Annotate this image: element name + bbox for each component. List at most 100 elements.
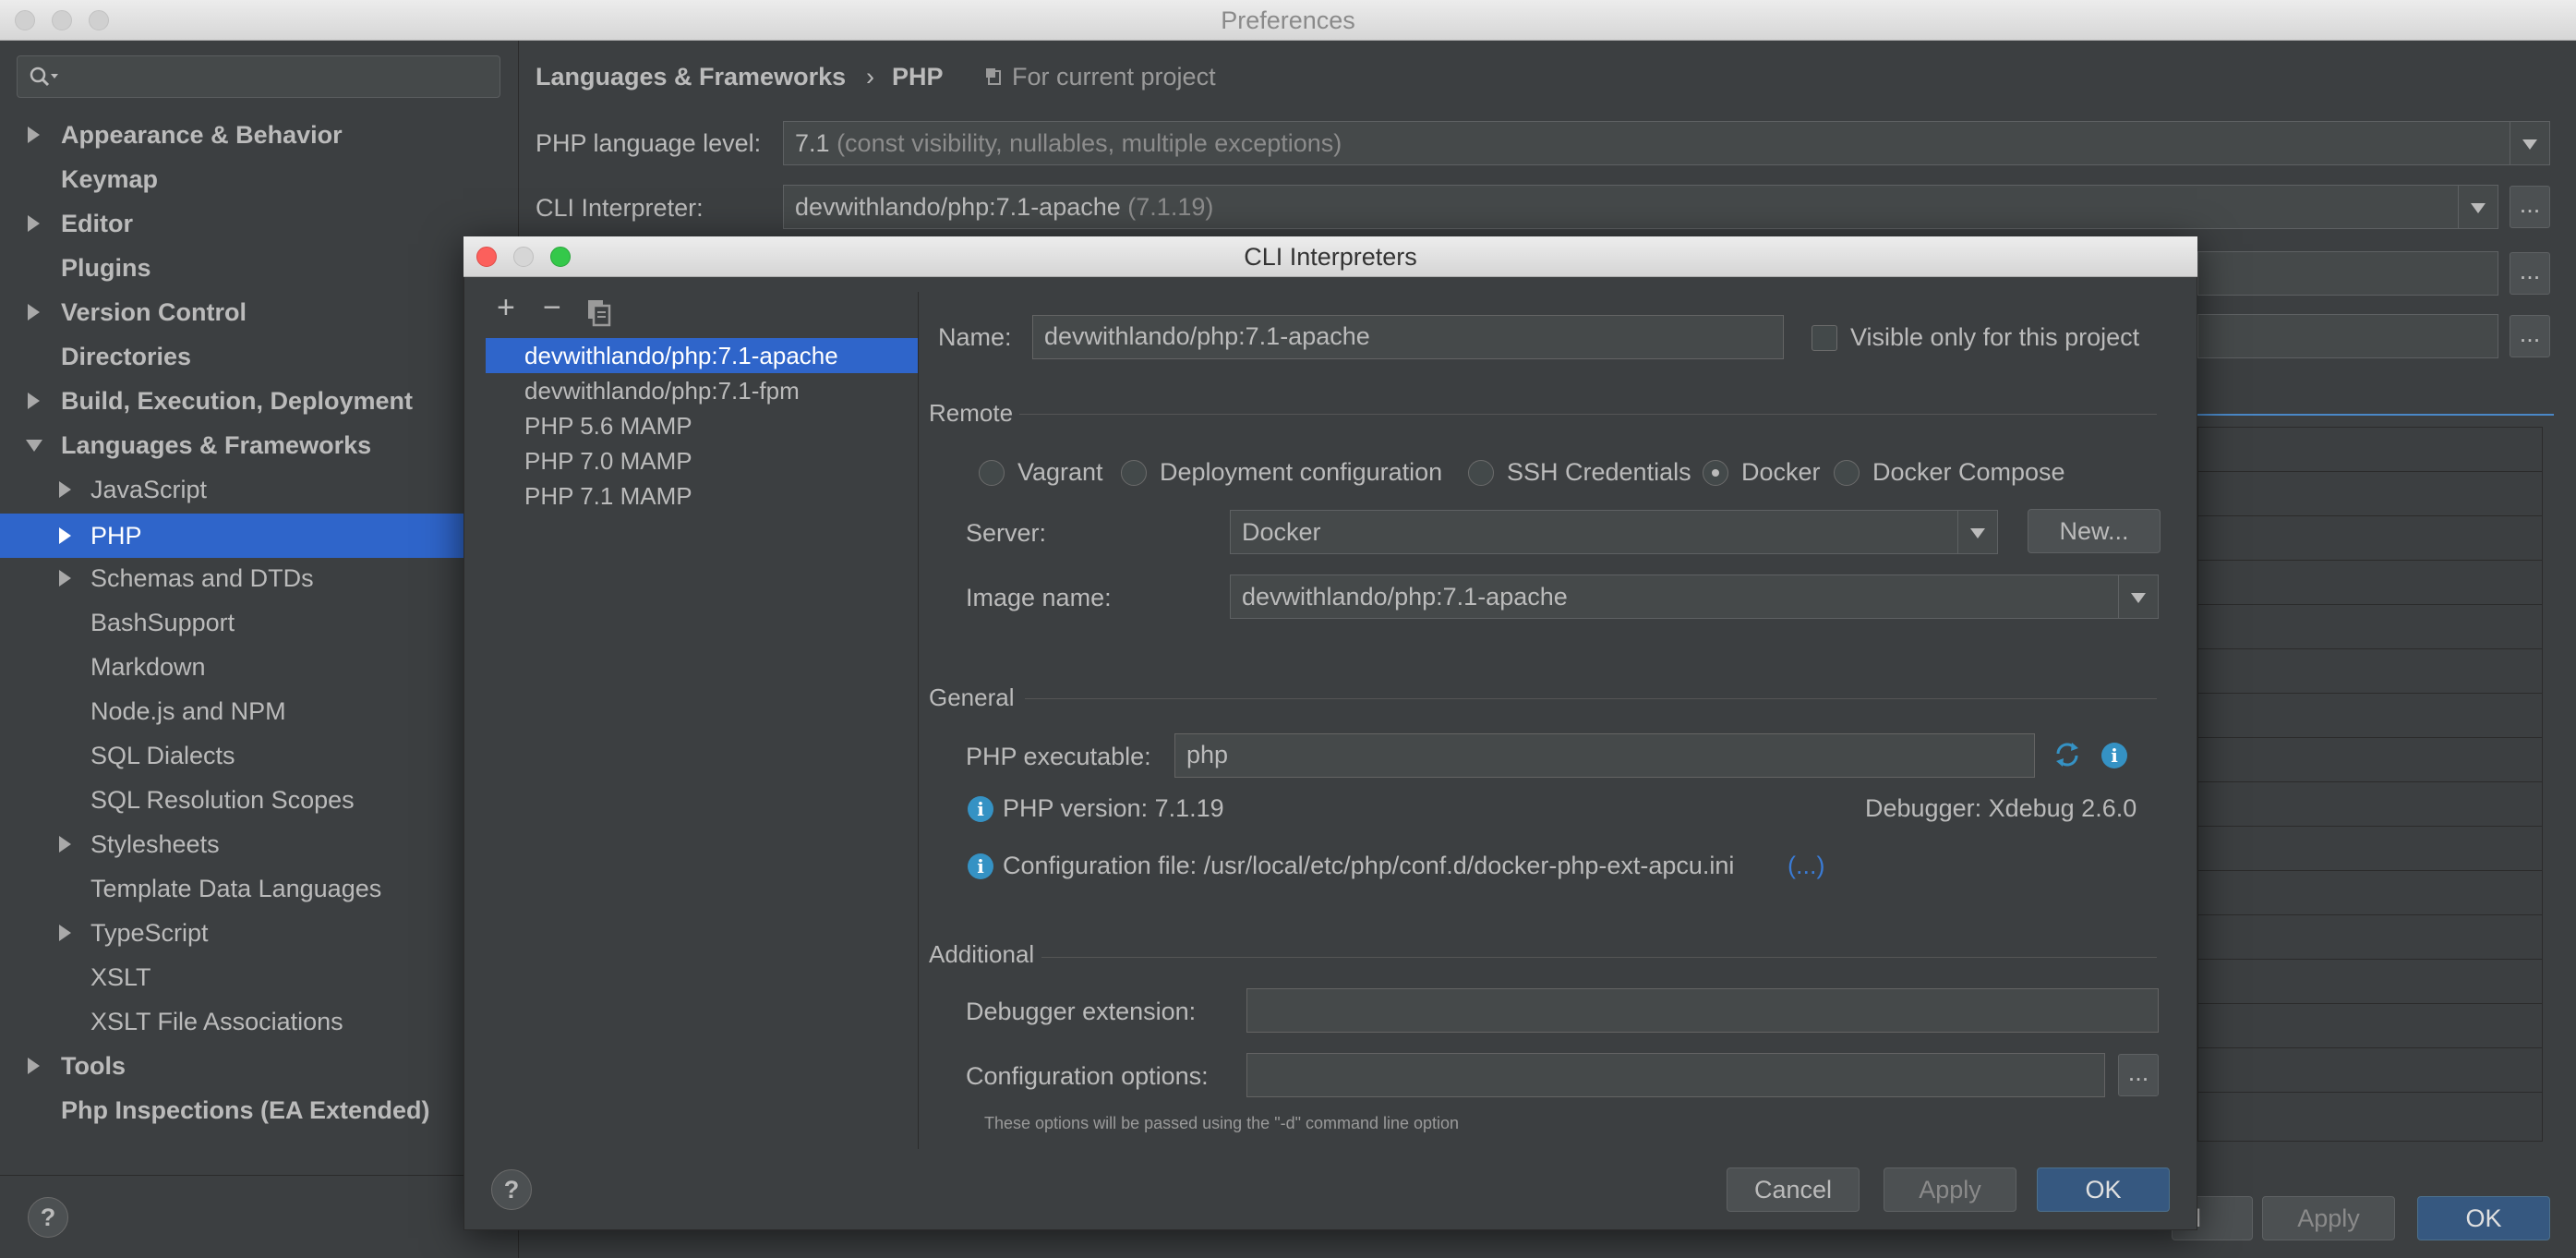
dialog-splitter[interactable] bbox=[918, 292, 919, 1149]
table-row-line bbox=[2197, 648, 2543, 649]
window-title: Preferences bbox=[1221, 6, 1355, 34]
server-label: Server: bbox=[966, 519, 1047, 547]
docker-container-more-button[interactable]: ... bbox=[2510, 315, 2550, 357]
radio-ssh-label[interactable]: SSH Credentials bbox=[1507, 458, 1691, 487]
table-row-line bbox=[2197, 870, 2543, 871]
chevron-down-icon[interactable] bbox=[1957, 511, 1997, 553]
dialog-apply-button[interactable]: Apply bbox=[1884, 1167, 2016, 1212]
dialog-ok-button[interactable]: OK bbox=[2037, 1167, 2170, 1212]
cli-interpreter-value: devwithlando/php:7.1-apache bbox=[795, 193, 1121, 221]
list-item[interactable]: devwithlando/php:7.1-fpm bbox=[486, 373, 918, 408]
tab-underline bbox=[2197, 414, 2554, 416]
image-name-select[interactable]: devwithlando/php:7.1-apache bbox=[1230, 575, 2159, 619]
visible-only-checkbox[interactable] bbox=[1812, 325, 1837, 351]
scope-label: For current project bbox=[1012, 63, 1216, 91]
breadcrumb-parent[interactable]: Languages & Frameworks bbox=[536, 63, 846, 91]
list-item[interactable]: devwithlando/php:7.1-apache bbox=[486, 338, 918, 373]
include-path-table[interactable] bbox=[2197, 427, 2543, 1142]
chevron-down-icon[interactable] bbox=[2458, 186, 2498, 228]
radio-docker-compose[interactable] bbox=[1834, 460, 1860, 486]
sidebar-item-markdown[interactable]: Markdown bbox=[90, 645, 206, 689]
table-row-line bbox=[2197, 693, 2543, 694]
config-options-label: Configuration options: bbox=[966, 1062, 1209, 1090]
debugger-extension-input[interactable] bbox=[1246, 988, 2159, 1033]
php-level-select[interactable]: 7.1 (const visibility, nullables, multip… bbox=[783, 121, 2550, 165]
sidebar-item-bashsupport[interactable]: BashSupport bbox=[90, 600, 235, 645]
new-server-button[interactable]: New... bbox=[2028, 509, 2161, 553]
table-row-line bbox=[2197, 471, 2543, 472]
radio-ssh[interactable] bbox=[1468, 460, 1494, 486]
expand-arrow-icon bbox=[59, 527, 71, 544]
section-divider bbox=[1025, 698, 2157, 699]
name-input[interactable]: devwithlando/php:7.1-apache bbox=[1032, 315, 1784, 359]
expand-arrow-icon bbox=[28, 215, 40, 232]
dialog-cancel-button[interactable]: Cancel bbox=[1727, 1167, 1860, 1212]
sidebar-item-editor[interactable]: Editor bbox=[28, 201, 133, 246]
image-name-value: devwithlando/php:7.1-apache bbox=[1242, 583, 1568, 611]
sidebar-item-label: Build, Execution, Deployment bbox=[61, 387, 414, 415]
main-apply-button[interactable]: Apply bbox=[2262, 1196, 2395, 1240]
list-item[interactable]: PHP 7.0 MAMP bbox=[486, 443, 918, 478]
sidebar-item-sql-scopes[interactable]: SQL Resolution Scopes bbox=[90, 778, 355, 822]
sidebar-item-javascript[interactable]: JavaScript bbox=[59, 467, 207, 512]
cli-interpreter-select[interactable]: devwithlando/php:7.1-apache (7.1.19) bbox=[783, 185, 2498, 229]
sidebar-item-build[interactable]: Build, Execution, Deployment bbox=[28, 379, 414, 423]
sidebar-item-label: Editor bbox=[61, 210, 133, 237]
main-help-button[interactable]: ? bbox=[28, 1197, 68, 1238]
radio-docker-label[interactable]: Docker bbox=[1741, 458, 1821, 487]
main-ok-button[interactable]: OK bbox=[2417, 1196, 2550, 1240]
sidebar-item-schemas[interactable]: Schemas and DTDs bbox=[59, 556, 314, 600]
sidebar-item-appearance[interactable]: Appearance & Behavior bbox=[28, 113, 343, 157]
chevron-down-icon[interactable] bbox=[2510, 122, 2549, 164]
sidebar-item-version-control[interactable]: Version Control bbox=[28, 290, 247, 334]
radio-vagrant[interactable] bbox=[979, 460, 1005, 486]
settings-search-input[interactable] bbox=[17, 55, 500, 98]
radio-docker[interactable] bbox=[1703, 460, 1728, 486]
radio-deployment-label[interactable]: Deployment configuration bbox=[1160, 458, 1442, 487]
sidebar-item-keymap[interactable]: Keymap bbox=[61, 157, 158, 201]
table-row-line bbox=[2197, 959, 2543, 960]
sidebar-item-php[interactable]: PHP bbox=[59, 514, 142, 558]
sidebar-item-tools[interactable]: Tools bbox=[28, 1044, 126, 1088]
expand-arrow-icon bbox=[59, 836, 71, 853]
server-select[interactable]: Docker bbox=[1230, 510, 1998, 554]
path-mappings-field[interactable] bbox=[2197, 251, 2498, 296]
sidebar-item-xslt-assoc[interactable]: XSLT File Associations bbox=[90, 999, 343, 1044]
info-icon: i bbox=[968, 853, 993, 879]
sidebar-item-label: Node.js and NPM bbox=[90, 697, 286, 725]
list-item[interactable]: PHP 5.6 MAMP bbox=[486, 408, 918, 443]
sidebar-item-stylesheets[interactable]: Stylesheets bbox=[59, 822, 220, 866]
dialog-help-button[interactable]: ? bbox=[491, 1169, 532, 1210]
sidebar-item-nodejs[interactable]: Node.js and NPM bbox=[90, 689, 286, 733]
radio-docker-compose-label[interactable]: Docker Compose bbox=[1872, 458, 2065, 487]
cli-interpreter-more-button[interactable]: ... bbox=[2510, 186, 2550, 228]
config-file-more-link[interactable]: (...) bbox=[1788, 852, 1825, 880]
radio-deployment[interactable] bbox=[1121, 460, 1147, 486]
table-row-line bbox=[2197, 826, 2543, 827]
sidebar-item-xslt[interactable]: XSLT bbox=[90, 955, 151, 999]
sidebar-item-languages[interactable]: Languages & Frameworks bbox=[26, 423, 371, 467]
config-options-more-button[interactable]: ... bbox=[2118, 1054, 2159, 1096]
sidebar-item-typescript[interactable]: TypeScript bbox=[59, 911, 209, 955]
collapse-arrow-icon bbox=[26, 440, 42, 452]
chevron-down-icon[interactable] bbox=[2118, 575, 2158, 618]
php-executable-input[interactable]: php bbox=[1174, 733, 2035, 778]
path-mappings-more-button[interactable]: ... bbox=[2510, 252, 2550, 295]
info-icon[interactable]: i bbox=[2101, 743, 2127, 768]
refresh-icon[interactable] bbox=[2052, 739, 2083, 770]
sidebar-item-directories[interactable]: Directories bbox=[61, 334, 191, 379]
list-item[interactable]: PHP 7.1 MAMP bbox=[486, 478, 918, 514]
sidebar-item-template-data[interactable]: Template Data Languages bbox=[90, 866, 381, 911]
remote-section-header: Remote bbox=[929, 399, 1014, 427]
radio-vagrant-label[interactable]: Vagrant bbox=[1017, 458, 1103, 487]
cli-interpreter-version: (7.1.19) bbox=[1127, 193, 1214, 221]
expand-arrow-icon bbox=[28, 393, 40, 409]
table-row-line bbox=[2197, 604, 2543, 605]
config-options-input[interactable] bbox=[1246, 1053, 2105, 1097]
sidebar-item-plugins[interactable]: Plugins bbox=[61, 246, 151, 290]
docker-container-field[interactable] bbox=[2197, 314, 2498, 358]
additional-section-header: Additional bbox=[929, 940, 1035, 968]
breadcrumb-current: PHP bbox=[892, 63, 944, 91]
sidebar-item-sql-dialects[interactable]: SQL Dialects bbox=[90, 733, 235, 778]
sidebar-item-php-inspections[interactable]: Php Inspections (EA Extended) bbox=[61, 1088, 430, 1132]
